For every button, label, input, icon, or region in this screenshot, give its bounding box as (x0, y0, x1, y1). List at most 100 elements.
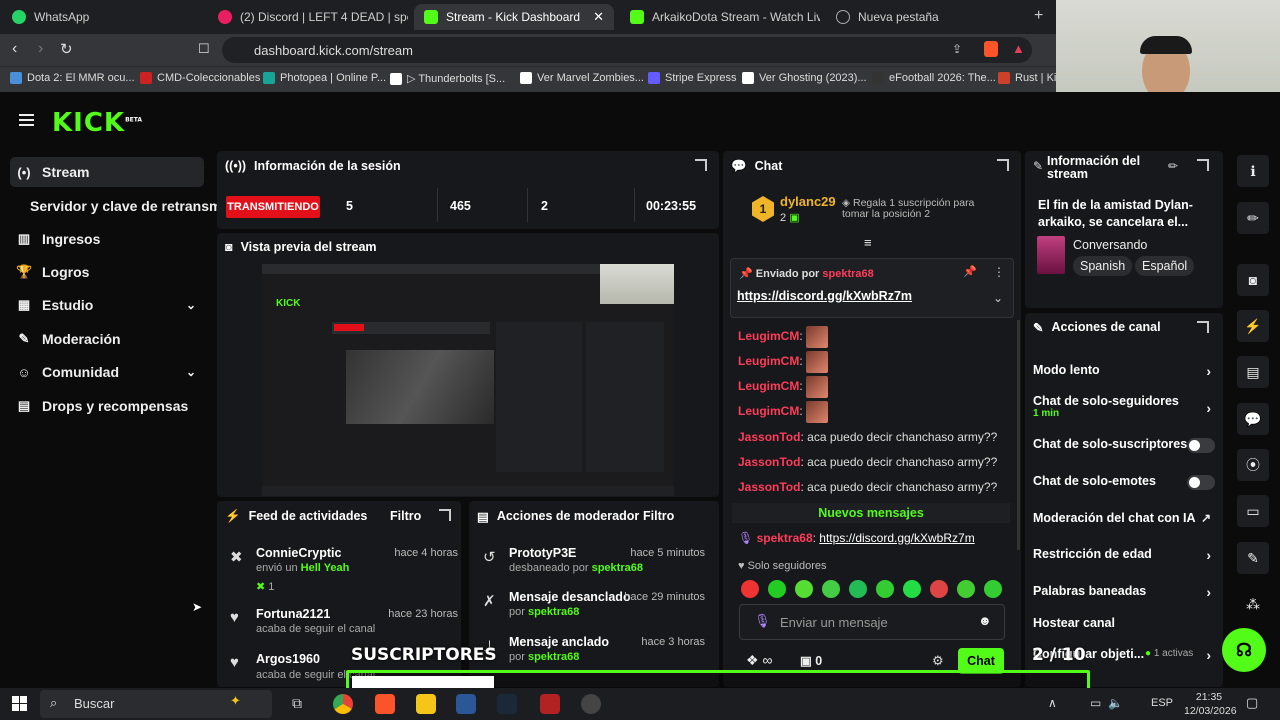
bookmark-item[interactable]: Ver Marvel Zombies... (520, 72, 644, 84)
emote[interactable] (903, 580, 921, 598)
taskbar-search[interactable]: ⌕ Buscar ✦ (40, 690, 272, 718)
mod-filter-button[interactable]: Filtro (643, 509, 674, 523)
url-field[interactable]: dashboard.kick.com/stream (222, 37, 1032, 63)
channel-action-ai-moderation[interactable]: Moderación del chat con IA ↗ (1033, 511, 1215, 525)
monitor-icon[interactable]: ▭ (1237, 495, 1269, 527)
clock[interactable]: 21:35 12/03/2026 (1184, 690, 1237, 718)
more-icon[interactable]: ⋮ (993, 265, 1005, 279)
volume-icon[interactable]: 🔈 (1108, 696, 1123, 710)
sidebar-item-stream[interactable]: (•) Stream (10, 157, 204, 187)
reload-icon[interactable]: ↻ (60, 40, 73, 58)
channel-action-age-restriction[interactable]: Restricción de edad › (1033, 547, 1215, 563)
bookmark-item[interactable]: ▷ Thunderbolts [S... (390, 72, 505, 85)
bookmark-item[interactable]: eFootball 2026: The... (872, 72, 996, 84)
chrome-icon[interactable] (333, 694, 353, 714)
apps-icon[interactable]: ⁂ (1246, 596, 1260, 613)
dota-icon[interactable] (540, 694, 560, 714)
bookmark-item[interactable]: CMD-Coleccionables (140, 72, 260, 84)
expand-icon[interactable] (1197, 321, 1209, 333)
kick-logo[interactable]: KICKBETA (52, 108, 142, 138)
sidebar-item-drops[interactable]: ▤ Drops y recompensas (10, 391, 204, 421)
forward-icon[interactable]: › (38, 40, 43, 58)
tab-kick-dashboard[interactable]: Stream - Kick Dashboard ✕ (414, 4, 614, 30)
document-icon[interactable]: ▤ (1237, 356, 1269, 388)
channel-action-emotes-only[interactable]: Chat de solo-emotes (1033, 474, 1215, 490)
wrench-icon[interactable]: ✎ (1237, 542, 1269, 574)
emote[interactable] (768, 580, 786, 598)
tab-arkaiko-stream[interactable]: ArkaikoDota Stream - Watch Live (620, 4, 820, 30)
new-tab-button[interactable]: + (1034, 7, 1043, 25)
word-icon[interactable] (456, 694, 476, 714)
chat-input[interactable]: Enviar un mensaje 🎙 ☻ (739, 604, 1005, 640)
category-thumbnail[interactable] (1037, 236, 1065, 274)
camera-icon[interactable]: ◙ (1237, 264, 1269, 296)
bolt-icon[interactable]: ⚡ (1237, 310, 1269, 342)
tray-chevron-icon[interactable]: ∧ (1048, 696, 1057, 710)
chat-bubble-icon[interactable]: 💬 (1237, 403, 1269, 435)
stream-preview-video[interactable]: KICK (262, 264, 674, 496)
sidebar-item-community[interactable]: ☺ Comunidad ⌄ (10, 357, 204, 387)
bookmark-item[interactable]: Stripe Express (648, 72, 737, 84)
activity-filter-button[interactable]: Filtro (390, 509, 421, 523)
sidebar-item-studio[interactable]: ▦ Estudio ⌄ (10, 290, 204, 320)
broadcast-icon[interactable]: ⦿ (1237, 449, 1269, 481)
channel-action-subs-only[interactable]: Chat de solo-suscriptores (1033, 437, 1215, 453)
close-tab-icon[interactable]: ✕ (593, 9, 604, 25)
sidebar-item-income[interactable]: ▥ Ingresos (10, 224, 204, 254)
edit-icon[interactable]: ✏ (1168, 159, 1178, 173)
pin-icon[interactable]: 📌 (963, 265, 977, 278)
menu-icon[interactable] (19, 114, 34, 126)
tab-new[interactable]: Nueva pestaña (826, 4, 1026, 30)
toggle-switch[interactable] (1187, 438, 1215, 453)
tab-whatsapp[interactable]: WhatsApp (2, 4, 202, 30)
expand-icon[interactable] (1197, 159, 1209, 171)
chat-scrollbar[interactable] (1017, 320, 1020, 550)
expand-icon[interactable] (695, 159, 707, 171)
language-indicator[interactable]: ESP (1151, 697, 1173, 709)
new-messages-divider[interactable]: Nuevos mensajes (732, 503, 1010, 523)
tag-chip[interactable]: Spanish (1073, 256, 1133, 276)
sidebar-item-server-key[interactable]: Servidor y clave de retransm (10, 191, 220, 221)
emote[interactable] (849, 580, 867, 598)
brave-rewards-icon[interactable]: ▲ (1012, 41, 1025, 56)
expand-icon[interactable] (997, 159, 1009, 171)
back-icon[interactable]: ‹ (12, 40, 17, 58)
edit-icon[interactable]: ✏ (1237, 202, 1269, 234)
bookmark-item[interactable]: Dota 2: El MMR ocu... (10, 72, 135, 84)
emote[interactable] (741, 580, 759, 598)
share-icon[interactable]: ⇪ (952, 42, 962, 56)
expand-icon[interactable] (439, 509, 451, 521)
category-name[interactable]: Conversando (1073, 238, 1147, 252)
emote[interactable] (930, 580, 948, 598)
emote[interactable] (795, 580, 813, 598)
brave-icon[interactable] (375, 694, 395, 714)
bookmark-item[interactable]: Rust | Kic (998, 72, 1062, 84)
info-icon[interactable]: ℹ (1237, 155, 1269, 187)
pinned-link[interactable]: https://discord.gg/kXwbRz7m (737, 289, 912, 303)
brave-shield-icon[interactable] (984, 41, 998, 57)
tag-chip[interactable]: Español (1135, 256, 1195, 276)
top-gifter-name[interactable]: dylanc29 (780, 194, 836, 209)
network-icon[interactable]: ▭ (1090, 696, 1101, 710)
support-button[interactable]: ☊ (1222, 628, 1266, 672)
emote[interactable] (957, 580, 975, 598)
steam-icon[interactable] (497, 694, 517, 714)
emoji-icon[interactable]: ☻ (978, 613, 992, 628)
gear-icon[interactable]: ⚙ (932, 653, 944, 669)
emote[interactable] (984, 580, 1002, 598)
channel-action-host[interactable]: Hostear canal (1033, 616, 1215, 630)
sidebar-item-moderation[interactable]: ✎ Moderación (10, 324, 204, 354)
bookmark-item[interactable]: Ver Ghosting (2023)... (742, 72, 867, 84)
toggle-switch[interactable] (1187, 475, 1215, 490)
task-view-icon[interactable]: ⧉ (292, 695, 302, 712)
windows-start-icon[interactable] (12, 696, 27, 711)
sidebar-item-achievements[interactable]: 🏆 Logros (10, 257, 204, 287)
bookmark-icon[interactable]: ☐ (198, 41, 210, 57)
gift-prompt[interactable]: ◈ Regala 1 suscripción para tomar la pos… (842, 198, 1002, 220)
chevron-down-icon[interactable]: ⌄ (993, 291, 1003, 305)
channel-action-banned-words[interactable]: Palabras baneadas › (1033, 584, 1215, 600)
emote[interactable] (876, 580, 894, 598)
channel-action-slow-mode[interactable]: Modo lento › (1033, 363, 1215, 379)
notification-icon[interactable]: ▢ (1246, 695, 1258, 711)
collapse-icon[interactable]: ≡ (864, 235, 872, 250)
